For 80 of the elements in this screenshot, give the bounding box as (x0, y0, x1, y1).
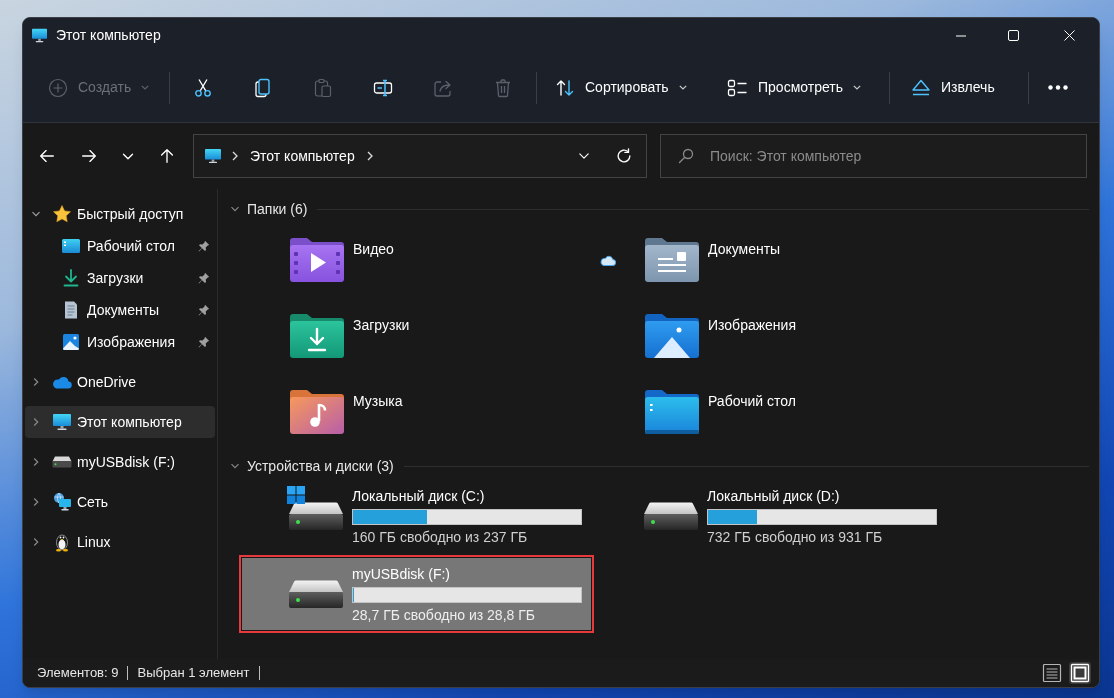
drive-name: Локальный диск (C:) (352, 486, 486, 505)
folder-tile[interactable]: Изображения (645, 314, 800, 370)
sidebar-item[interactable]: Рабочий стол (25, 230, 215, 262)
cloud-icon (52, 375, 72, 389)
folder-tile[interactable]: Документы (645, 238, 785, 294)
arrow-left-icon (38, 147, 56, 165)
sidebar-item[interactable]: Linux (25, 526, 215, 558)
scissors-icon (193, 77, 213, 98)
arrow-up-icon (158, 147, 176, 165)
arrow-right-icon (80, 147, 98, 165)
status-text: Выбран 1 элемент (137, 664, 250, 683)
folder-tile[interactable]: Рабочий стол (645, 390, 800, 446)
sidebar-item[interactable]: Быстрый доступ (25, 198, 215, 230)
documents-folder-icon (645, 238, 699, 282)
drive-name: myUSBdisk (F:) (352, 564, 451, 583)
copy-icon (253, 77, 273, 98)
sidebar-item[interactable]: Сеть (25, 486, 215, 518)
desktop-folder-icon (645, 390, 699, 434)
details-view-button[interactable] (1041, 662, 1063, 684)
pictures-folder-icon (645, 314, 699, 358)
monitor-icon (204, 148, 222, 164)
drive-icon (289, 580, 343, 608)
sidebar-item[interactable]: Документы (25, 294, 215, 326)
drive-icon (644, 502, 698, 530)
sidebar-item[interactable]: Загрузки (25, 262, 215, 294)
free-space-text: 28,7 ГБ свободно из 28,8 ГБ (352, 605, 536, 624)
monitor-icon (52, 413, 72, 431)
refresh-icon (615, 147, 633, 165)
network-icon (52, 492, 72, 512)
drive-name: Локальный диск (D:) (707, 486, 841, 505)
maximize-icon (1007, 30, 1019, 41)
picture-icon (61, 332, 81, 352)
video-folder-icon (290, 238, 344, 282)
desktop-icon (61, 236, 81, 256)
chevron-right-icon (232, 151, 238, 161)
drive-icon (52, 456, 72, 468)
close-icon (1063, 30, 1075, 41)
status-text: Элементов: 9 (37, 664, 119, 683)
drive-tile[interactable]: Локальный диск (C:) 160 ГБ свободно из 237 ГБ (242, 480, 591, 552)
minimize-icon (956, 34, 966, 37)
details-view-icon (1042, 663, 1062, 683)
sidebar-item[interactable]: OneDrive (25, 366, 215, 398)
free-space-text: 160 ГБ свободно из 237 ГБ (352, 527, 529, 546)
window-title: Этот компьютер (56, 26, 161, 45)
view-button[interactable]: Просмотреть (716, 67, 880, 108)
download-icon (61, 268, 81, 288)
section-header[interactable]: Устройства и диски (3) (230, 456, 394, 476)
plus-icon (48, 77, 68, 98)
free-space-text: 732 ГБ свободно из 931 ГБ (707, 527, 884, 546)
view-list-icon (727, 77, 748, 98)
square-view-icon (1070, 663, 1090, 683)
drive-icon (289, 502, 343, 530)
breadcrumb[interactable]: Этот компьютер (248, 145, 357, 167)
sidebar-item[interactable]: Этот компьютер (25, 406, 215, 438)
section-header[interactable]: Папки (6) (230, 199, 308, 219)
folder-tile[interactable]: Музыка (290, 390, 407, 446)
monitor-icon (31, 28, 48, 43)
address-bar[interactable]: Этот компьютер (193, 134, 647, 178)
sidebar-item[interactable]: myUSBdisk (F:) (25, 446, 215, 478)
eject-icon (911, 77, 931, 98)
search-icon (678, 148, 694, 164)
sidebar-item[interactable]: Изображения (25, 326, 215, 358)
star-icon (52, 204, 72, 224)
download-folder-icon (290, 314, 344, 358)
four-pane-logo-icon (287, 486, 305, 504)
folder-tile[interactable]: Видео (290, 238, 398, 294)
folder-tile[interactable]: Загрузки (290, 314, 414, 370)
clipboard-icon (313, 77, 333, 98)
eject-button[interactable]: Извлечь (899, 67, 1019, 108)
trash-icon (493, 77, 513, 98)
search-field[interactable]: Поиск: Этот компьютер (660, 134, 1087, 178)
chevron-right-icon (366, 151, 373, 161)
tiles-view-button[interactable] (1069, 662, 1091, 684)
more-icon (1048, 85, 1068, 90)
sort-arrows-icon (555, 77, 575, 98)
drive-tile[interactable]: myUSBdisk (F:) 28,7 ГБ свободно из 28,8 ГБ (242, 558, 591, 630)
sort-button[interactable]: Сортировать (546, 67, 704, 108)
music-folder-icon (290, 390, 344, 434)
rename-icon (373, 77, 393, 98)
drive-tile[interactable]: Локальный диск (D:) 732 ГБ свободно из 931 ГБ (597, 480, 946, 552)
